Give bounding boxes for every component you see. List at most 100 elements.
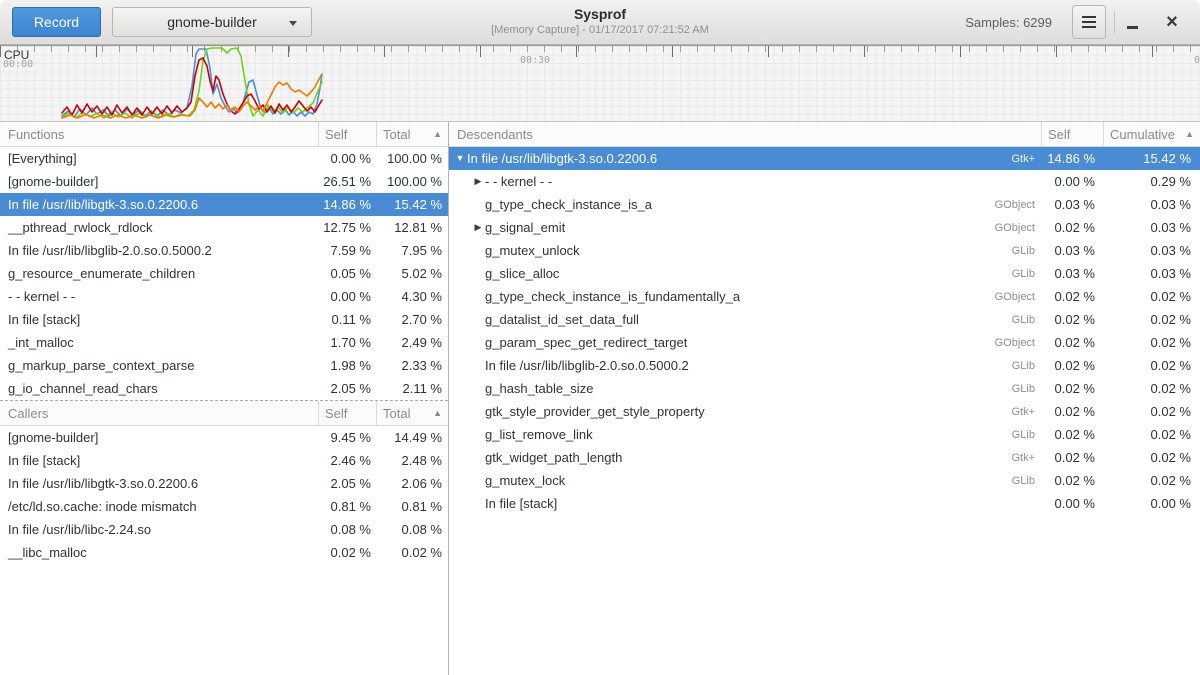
table-row[interactable]: g_io_channel_read_chars 2.05 % 2.11 %: [0, 377, 448, 400]
table-row[interactable]: In file /usr/lib/libgtk-3.so.0.2200.6 2.…: [0, 472, 448, 495]
cumulative-value: 0.29 %: [1104, 174, 1200, 189]
table-row[interactable]: g_mutex_unlock GLib 0.03 % 0.03 %: [449, 239, 1200, 262]
table-row[interactable]: g_datalist_id_set_data_full GLib 0.02 % …: [449, 308, 1200, 331]
column-header-cumulative[interactable]: Cumulative ▲: [1104, 122, 1200, 147]
cumulative-value: 0.02 %: [1104, 450, 1200, 465]
table-row[interactable]: g_type_check_instance_is_a GObject 0.03 …: [449, 193, 1200, 216]
self-value: 2.05 %: [319, 476, 377, 491]
expander-icon[interactable]: ▶: [471, 170, 485, 193]
library-tag: GObject: [995, 199, 1042, 211]
table-row[interactable]: [gnome-builder] 9.45 % 14.49 %: [0, 426, 448, 449]
expander-icon[interactable]: ▼: [453, 147, 467, 170]
table-row[interactable]: In file /usr/lib/libgtk-3.so.0.2200.6 14…: [0, 193, 448, 216]
total-value: 0.02 %: [377, 545, 448, 560]
function-name: gtk_style_provider_get_style_property: [485, 404, 705, 419]
table-row[interactable]: g_resource_enumerate_children 0.05 % 5.0…: [0, 262, 448, 285]
column-header-total[interactable]: Total ▲: [377, 122, 448, 147]
table-row[interactable]: g_hash_table_size GLib 0.02 % 0.02 %: [449, 377, 1200, 400]
function-name: /etc/ld.so.cache: inode mismatch: [0, 499, 319, 514]
column-header-functions[interactable]: Functions: [0, 122, 319, 147]
table-row[interactable]: /etc/ld.so.cache: inode mismatch 0.81 % …: [0, 495, 448, 518]
self-value: 9.45 %: [319, 430, 377, 445]
table-row[interactable]: In file [stack] 0.00 % 0.00 %: [449, 492, 1200, 515]
self-value: 1.98 %: [319, 358, 377, 373]
table-row[interactable]: _int_malloc 1.70 % 2.49 %: [0, 331, 448, 354]
table-row[interactable]: - - kernel - - 0.00 % 4.30 %: [0, 285, 448, 308]
library-tag: GObject: [995, 222, 1042, 234]
sort-ascending-icon: ▲: [433, 408, 442, 418]
callers-rows: [gnome-builder] 9.45 % 14.49 % In file […: [0, 426, 448, 564]
self-value: 0.02 %: [1042, 358, 1104, 373]
main-area: Functions Self Total ▲ [Everything] 0.00…: [0, 122, 1200, 675]
library-tag: Gtk+: [1011, 452, 1042, 464]
function-name: gtk_widget_path_length: [485, 450, 622, 465]
table-row[interactable]: In file [stack] 0.11 % 2.70 %: [0, 308, 448, 331]
self-value: 0.02 %: [1042, 289, 1104, 304]
table-row[interactable]: In file /usr/lib/libglib-2.0.so.0.5000.2…: [0, 239, 448, 262]
table-row[interactable]: g_slice_alloc GLib 0.03 % 0.03 %: [449, 262, 1200, 285]
table-row[interactable]: g_type_check_instance_is_fundamentally_a…: [449, 285, 1200, 308]
table-row[interactable]: gtk_widget_path_length Gtk+ 0.02 % 0.02 …: [449, 446, 1200, 469]
table-row[interactable]: In file /usr/lib/libc-2.24.so 0.08 % 0.0…: [0, 518, 448, 541]
functions-table: Functions Self Total ▲ [Everything] 0.00…: [0, 122, 448, 400]
cumulative-value: 0.03 %: [1104, 266, 1200, 281]
total-value: 12.81 %: [377, 220, 448, 235]
table-row[interactable]: ▶ g_signal_emit GObject 0.02 % 0.03 %: [449, 216, 1200, 239]
table-row[interactable]: __libc_malloc 0.02 % 0.02 %: [0, 541, 448, 564]
column-header-self[interactable]: Self: [1042, 122, 1104, 147]
close-button[interactable]: ×: [1158, 5, 1186, 39]
cumulative-value: 0.02 %: [1104, 335, 1200, 350]
table-row[interactable]: [Everything] 0.00 % 100.00 %: [0, 147, 448, 170]
cumulative-value: 0.02 %: [1104, 312, 1200, 327]
table-row[interactable]: In file [stack] 2.46 % 2.48 %: [0, 449, 448, 472]
column-header-total[interactable]: Total ▲: [377, 401, 448, 426]
functions-rows: [Everything] 0.00 % 100.00 % [gnome-buil…: [0, 147, 448, 400]
cumulative-value: 0.03 %: [1104, 197, 1200, 212]
menu-button[interactable]: [1072, 5, 1106, 39]
total-value: 15.42 %: [377, 197, 448, 212]
library-tag: Gtk+: [1011, 406, 1042, 418]
table-row[interactable]: ▶ - - kernel - - 0.00 % 0.29 %: [449, 170, 1200, 193]
menu-icon: [1082, 16, 1096, 18]
function-name: In file /usr/lib/libgtk-3.so.0.2200.6: [467, 151, 657, 166]
record-button[interactable]: Record: [12, 7, 101, 37]
process-selector-dropdown[interactable]: gnome-builder: [112, 7, 312, 37]
callers-table: Callers Self Total ▲ [gnome-builder] 9.4…: [0, 400, 448, 564]
function-name: In file [stack]: [485, 496, 557, 511]
table-row[interactable]: gtk_style_provider_get_style_property Gt…: [449, 400, 1200, 423]
cumulative-value: 0.03 %: [1104, 243, 1200, 258]
column-header-descendants[interactable]: Descendants: [449, 122, 1042, 147]
descendants-rows: ▼ In file /usr/lib/libgtk-3.so.0.2200.6 …: [449, 147, 1200, 515]
time-label-mid: 00:30: [520, 55, 550, 66]
self-value: 0.03 %: [1042, 266, 1104, 281]
table-row[interactable]: g_mutex_lock GLib 0.02 % 0.02 %: [449, 469, 1200, 492]
minimize-button[interactable]: [1118, 5, 1146, 39]
chevron-down-icon: [289, 21, 297, 26]
table-row[interactable]: g_markup_parse_context_parse 1.98 % 2.33…: [0, 354, 448, 377]
column-label: Cumulative: [1110, 127, 1175, 142]
table-row[interactable]: g_list_remove_link GLib 0.02 % 0.02 %: [449, 423, 1200, 446]
function-name: g_datalist_id_set_data_full: [485, 312, 639, 327]
self-value: 0.02 %: [1042, 427, 1104, 442]
table-row[interactable]: g_param_spec_get_redirect_target GObject…: [449, 331, 1200, 354]
titlebar-separator: [1114, 11, 1115, 34]
right-panel: Descendants Self Cumulative ▲ ▼ In file …: [449, 122, 1200, 675]
table-row[interactable]: __pthread_rwlock_rdlock 12.75 % 12.81 %: [0, 216, 448, 239]
column-label: Total: [383, 406, 410, 421]
self-value: 0.02 %: [1042, 404, 1104, 419]
column-header-self[interactable]: Self: [319, 401, 377, 426]
self-value: 0.05 %: [319, 266, 377, 281]
function-name: [Everything]: [0, 151, 319, 166]
table-row[interactable]: [gnome-builder] 26.51 % 100.00 %: [0, 170, 448, 193]
column-header-self[interactable]: Self: [319, 122, 377, 147]
cpu-timeline-chart[interactable]: CPU 00:00 00:30 01:00: [0, 45, 1200, 122]
function-name: In file /usr/lib/libgtk-3.so.0.2200.6: [0, 476, 319, 491]
callers-header: Callers Self Total ▲: [0, 401, 448, 426]
time-label-end: 01:00: [1194, 55, 1200, 66]
functions-header: Functions Self Total ▲: [0, 122, 448, 147]
table-row[interactable]: In file /usr/lib/libglib-2.0.so.0.5000.2…: [449, 354, 1200, 377]
expander-icon[interactable]: ▶: [471, 216, 485, 239]
column-header-callers[interactable]: Callers: [0, 401, 319, 426]
table-row[interactable]: ▼ In file /usr/lib/libgtk-3.so.0.2200.6 …: [449, 147, 1200, 170]
cumulative-value: 0.02 %: [1104, 427, 1200, 442]
